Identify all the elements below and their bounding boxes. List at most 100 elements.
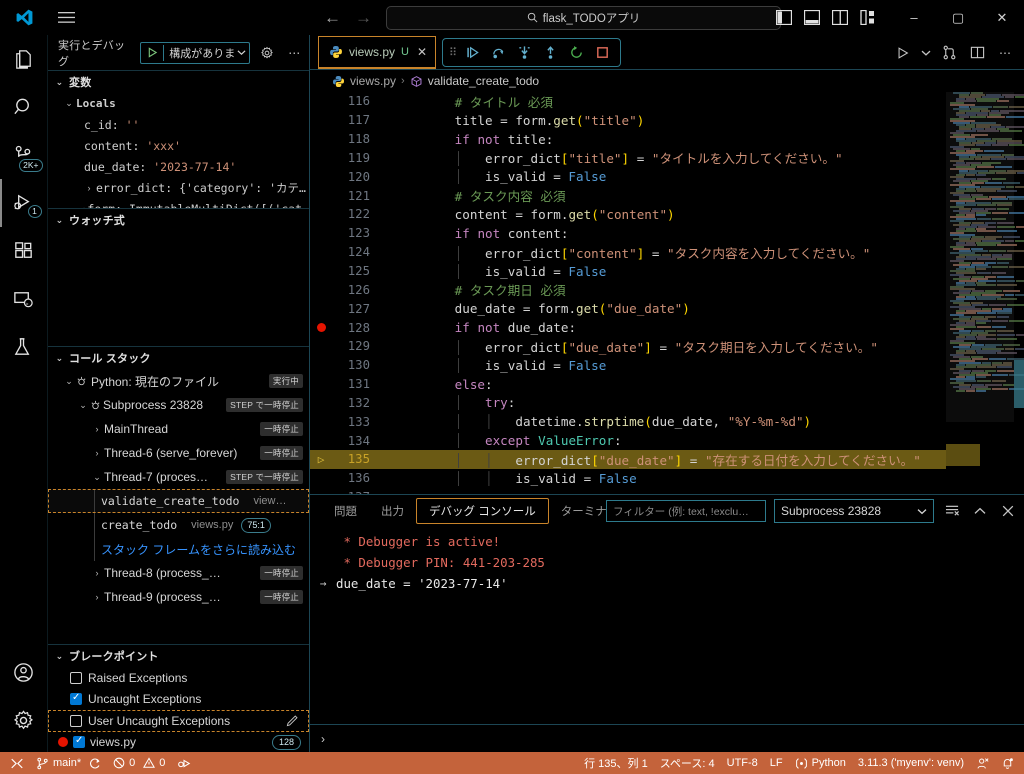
callstack-frame-row[interactable]: create_todo views.py 75:1 <box>48 513 309 537</box>
code-line[interactable]: 129 │ error_dict["due_date"] = "タスク期日を入力… <box>310 337 1024 356</box>
callstack-load-more-row[interactable]: スタック フレームをさらに読み込む <box>48 537 309 561</box>
more-actions-icon[interactable]: ⋯ <box>992 38 1018 68</box>
close-panel-icon[interactable] <box>998 499 1018 523</box>
restart-button[interactable] <box>564 40 588 64</box>
breakpoint-checkbox[interactable] <box>70 671 82 684</box>
run-python-file-button[interactable] <box>890 38 916 68</box>
forward-button[interactable]: → <box>355 9 372 26</box>
code-line[interactable]: 122 content = form.get("content") <box>310 205 1024 224</box>
status-notifications[interactable] <box>995 752 1020 774</box>
callstack-thread-row[interactable]: › Thread-9 (process_requ… 一時停止 <box>48 585 309 609</box>
editor-vertical-scrollbar[interactable] <box>1014 360 1024 408</box>
debug-session-selector[interactable]: Subprocess 23828 <box>774 499 934 523</box>
chevron-down-icon[interactable]: ⌄ <box>90 472 104 483</box>
chevron-right-icon[interactable]: › <box>90 424 104 434</box>
tab-problems[interactable]: 問題 <box>322 498 369 524</box>
clear-console-icon[interactable] <box>942 499 962 523</box>
code-line[interactable]: 117 title = form.get("title") <box>310 111 1024 130</box>
maximize-button[interactable]: ▢ <box>936 0 980 35</box>
status-cursor-position[interactable]: 行 135、列 1 <box>578 752 654 774</box>
chevron-right-icon[interactable]: › <box>82 183 96 193</box>
load-more-frames-link[interactable]: スタック フレームをさらに読み込む <box>101 541 296 558</box>
toggle-secondary-sidebar-icon[interactable] <box>832 10 848 25</box>
drag-handle-icon[interactable]: ⠿ <box>449 46 457 59</box>
status-python-interpreter[interactable]: 3.11.3 ('myenv': venv) <box>852 752 970 774</box>
sidebar-item-source-control[interactable]: 2K+ <box>0 131 48 179</box>
step-over-button[interactable] <box>486 40 510 64</box>
status-feedback[interactable] <box>970 752 995 774</box>
collapse-panel-icon[interactable] <box>970 499 990 523</box>
breakpoint-row[interactable]: Raised Exceptions <box>48 667 309 689</box>
chevron-right-icon[interactable]: › <box>90 592 104 602</box>
variables-scope-row[interactable]: ⌄ Locals <box>48 93 309 114</box>
debug-console-output[interactable]: * Debugger is active! * Debugger PIN: 44… <box>310 527 1024 724</box>
code-line[interactable]: 136 │ │ is_valid = False <box>310 469 1024 488</box>
variable-row[interactable]: due_date: '2023-77-14' <box>48 156 309 177</box>
chevron-down-icon[interactable]: ⌄ <box>62 376 76 387</box>
breakpoint-checkbox[interactable] <box>70 692 82 706</box>
code-line[interactable]: 126 # タスク期日 必須 <box>310 280 1024 299</box>
launch-config-dropdown[interactable]: 構成がありま <box>163 44 249 61</box>
code-line[interactable]: 130 │ is_valid = False <box>310 356 1024 375</box>
code-line[interactable]: 137 <box>310 488 1024 494</box>
sidebar-item-run-debug[interactable]: 1 <box>0 179 48 227</box>
callstack-frame-row[interactable]: validate_create_todo view… <box>48 489 309 513</box>
status-remote-indicator[interactable] <box>4 752 30 774</box>
console-filter-input[interactable]: フィルター (例: text, !exclu… <box>606 500 766 522</box>
breakpoint-checkbox[interactable] <box>70 714 82 727</box>
minimap-slider[interactable] <box>946 92 1014 422</box>
callstack-subprocess-row[interactable]: ⌄ Subprocess 23828 STEP で一時停止 <box>48 393 309 417</box>
back-button[interactable]: ← <box>324 9 341 26</box>
status-encoding[interactable]: UTF-8 <box>721 752 764 774</box>
variable-row[interactable]: › error_dict: {'category': 'カテ… <box>48 177 309 198</box>
start-debugging-button[interactable] <box>141 47 163 58</box>
stop-button[interactable] <box>590 40 614 64</box>
code-line[interactable]: 124 │ error_dict["content"] = "タスク内容を入力し… <box>310 243 1024 262</box>
settings-button[interactable] <box>0 696 48 744</box>
status-eol[interactable]: LF <box>764 752 789 774</box>
execution-pointer-icon[interactable]: ▷ <box>310 453 332 466</box>
code-line[interactable]: 119 │ error_dict["title"] = "タイトルを入力してくだ… <box>310 149 1024 168</box>
code-line[interactable]: 127 due_date = form.get("due_date") <box>310 299 1024 318</box>
breadcrumb-file[interactable]: views.py <box>350 74 396 88</box>
tab-close-icon[interactable]: ✕ <box>417 45 427 59</box>
chevron-down-icon[interactable]: ⌄ <box>76 400 90 411</box>
code-line[interactable]: 125 │ is_valid = False <box>310 262 1024 281</box>
chevron-right-icon[interactable]: › <box>90 448 104 458</box>
callstack-session-row[interactable]: ⌄ Python: 現在のファイル 実行中 <box>48 369 309 393</box>
compare-changes-icon[interactable] <box>936 38 962 68</box>
code-line[interactable]: 128 if not due_date: <box>310 318 1024 337</box>
sidebar-more-actions[interactable]: ⋯ <box>284 42 305 64</box>
sidebar-item-testing[interactable] <box>0 323 48 371</box>
tab-output[interactable]: 出力 <box>369 498 416 524</box>
continue-button[interactable] <box>460 40 484 64</box>
customize-layout-icon[interactable] <box>860 10 876 25</box>
code-line[interactable]: 132 │ try: <box>310 394 1024 413</box>
status-indentation[interactable]: スペース: 4 <box>654 752 721 774</box>
callstack-panel-header[interactable]: ⌄ コール スタック <box>48 347 309 369</box>
sidebar-item-remote-explorer[interactable]: >_ <box>0 275 48 323</box>
command-center-search[interactable]: flask_TODOアプリ <box>386 5 781 30</box>
code-line[interactable]: 134 │ except ValueError: <box>310 431 1024 450</box>
step-out-button[interactable] <box>538 40 562 64</box>
status-run-python[interactable] <box>171 752 197 774</box>
callstack-thread-row[interactable]: ⌄ Thread-7 (process… STEP で一時停止 <box>48 465 309 489</box>
code-line[interactable]: 118 if not title: <box>310 130 1024 149</box>
tab-debug-console[interactable]: デバッグ コンソール <box>416 498 549 524</box>
toggle-panel-icon[interactable] <box>804 10 820 25</box>
sidebar-item-extensions[interactable] <box>0 227 48 275</box>
tab-views-py[interactable]: views.py U ✕ <box>318 35 437 69</box>
watch-panel-header[interactable]: ⌄ ウォッチ式 <box>48 209 309 231</box>
sidebar-item-search[interactable] <box>0 83 48 131</box>
callstack-thread-row[interactable]: › Thread-6 (serve_forever) 一時停止 <box>48 441 309 465</box>
open-launch-json-button[interactable] <box>256 42 277 64</box>
breadcrumb-symbol[interactable]: validate_create_todo <box>428 74 539 88</box>
menu-hamburger-icon[interactable] <box>48 0 84 35</box>
code-line[interactable]: 133 │ │ datetime.strptime(due_date, "%Y-… <box>310 412 1024 431</box>
chevron-down-icon[interactable] <box>918 38 934 68</box>
code-line[interactable]: 131 else: <box>310 375 1024 394</box>
breakpoint-row[interactable]: views.py 128 <box>48 732 309 753</box>
variable-row[interactable]: content: 'xxx' <box>48 135 309 156</box>
debug-console-input[interactable]: › <box>310 724 1024 752</box>
sidebar-item-explorer[interactable] <box>0 35 48 83</box>
